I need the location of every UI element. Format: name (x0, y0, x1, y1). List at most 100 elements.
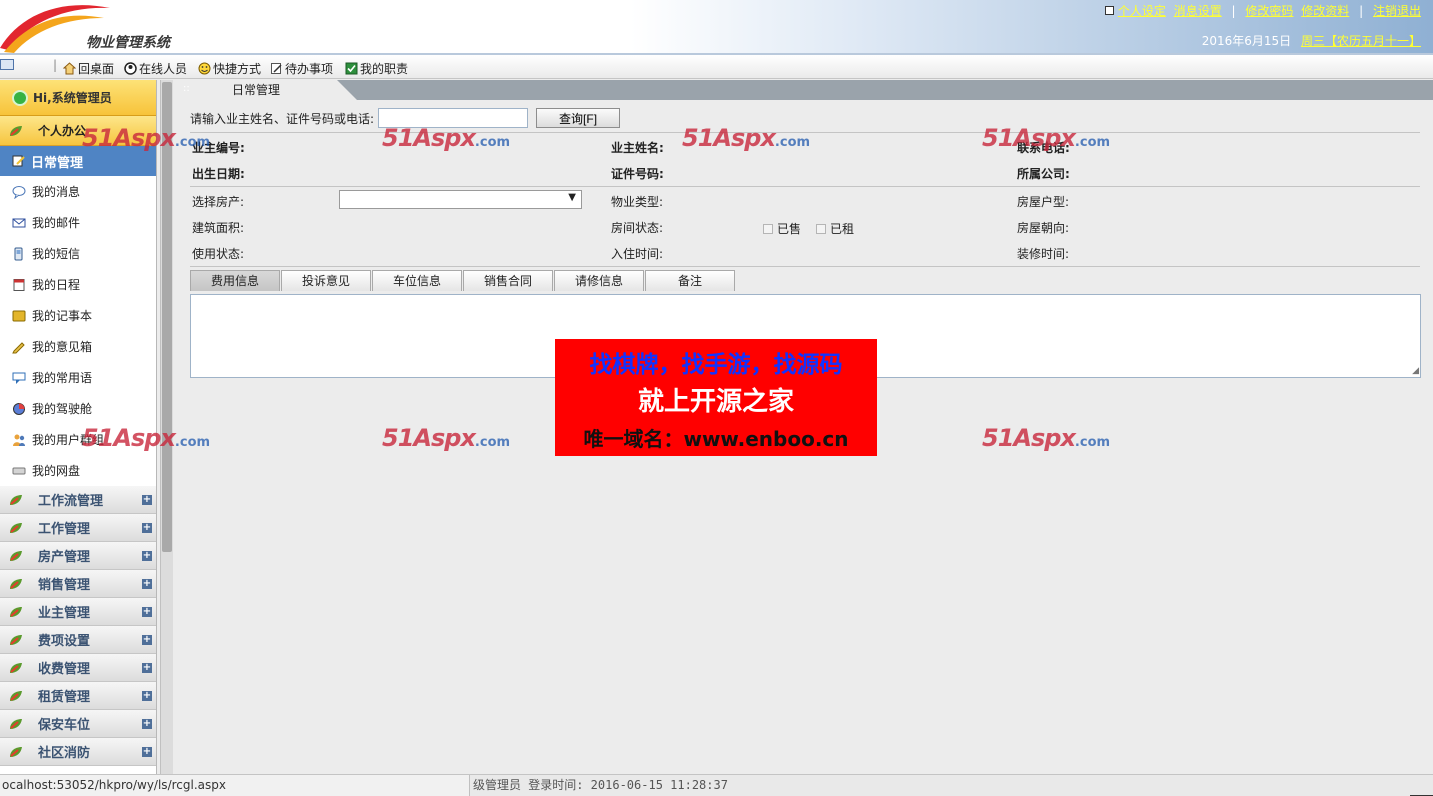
sidebar-group-label: 社区消防 (38, 746, 91, 761)
divider (190, 266, 1420, 267)
tab-parking[interactable]: 车位信息 (372, 270, 462, 291)
watermark-suffix: .com (174, 135, 211, 150)
link-separator: | (1231, 4, 1236, 18)
status-url: ocalhost:53052/hkpro/wy/ls/rcgl.aspx (0, 775, 470, 796)
watermark-text: 51Aspx (382, 424, 476, 452)
sidebar-item-schedule[interactable]: 我的日程 (0, 269, 156, 300)
expand-icon[interactable]: + (142, 495, 152, 505)
sold-checkbox[interactable]: 已售 (763, 220, 801, 237)
sidebar-item-label: 我的记事本 (32, 309, 93, 323)
divider (190, 186, 1420, 187)
sidebar-item-notebook[interactable]: 我的记事本 (0, 300, 156, 331)
sidebar-group-work[interactable]: 工作管理 + (0, 514, 156, 542)
toolbar-todo[interactable]: 待办事项 (270, 60, 333, 77)
checkbox-box[interactable] (816, 224, 826, 234)
sidebar-item-label: 我的意见箱 (32, 340, 93, 354)
expand-icon[interactable]: + (142, 719, 152, 729)
sidebar-item-messages[interactable]: 我的消息 (0, 176, 156, 207)
tab-fee-info[interactable]: 费用信息 (190, 270, 280, 291)
tab-sales-contract[interactable]: 销售合同 (463, 270, 553, 291)
expand-icon[interactable]: + (142, 663, 152, 673)
property-select[interactable]: ▼ (339, 190, 582, 209)
owner-name-label: 业主姓名: (611, 141, 664, 155)
checkbox-box[interactable] (763, 224, 773, 234)
logout-link[interactable]: 注销退出 (1373, 4, 1421, 18)
search-button[interactable]: 查询[F] (536, 108, 621, 128)
area-label: 建筑面积: (192, 221, 245, 235)
comment-icon (12, 372, 26, 384)
sidebar-item-label: 我的邮件 (32, 216, 81, 230)
decoration-time-label: 装修时间: (1017, 247, 1070, 261)
dropdown-arrow-icon: ▼ (568, 192, 576, 203)
chat-icon (12, 185, 26, 199)
sidebar-item-suggestion-box[interactable]: 我的意见箱 (0, 331, 156, 362)
personal-settings-link[interactable]: 个人设定 (1118, 4, 1166, 18)
sidebar-group-leasing[interactable]: 租赁管理 + (0, 682, 156, 710)
rented-checkbox[interactable]: 已租 (816, 220, 854, 237)
ad-line-3: 唯一域名：www.enboo.cn (583, 427, 849, 451)
sidebar-item-netdisk[interactable]: 我的网盘 (0, 455, 156, 486)
watermark-suffix: .com (174, 435, 211, 450)
expand-icon[interactable]: + (142, 747, 152, 757)
detail-tabs: 费用信息 投诉意见 车位信息 销售合同 请修信息 备注 (190, 270, 736, 291)
mail-icon (12, 218, 26, 227)
sidebar-item-phrases[interactable]: 我的常用语 (0, 362, 156, 393)
scrollbar-thumb[interactable] (162, 82, 172, 552)
toolbar-home-label: 回桌面 (78, 62, 115, 76)
sidebar-group-fire[interactable]: 社区消防 + (0, 738, 156, 766)
message-settings-link[interactable]: 消息设置 (1174, 4, 1222, 18)
sidebar-item-mail[interactable]: 我的邮件 (0, 207, 156, 238)
toolbar-online-users[interactable]: 在线人员 (124, 60, 187, 77)
window-icon (0, 59, 14, 70)
settings-icon (1105, 6, 1115, 15)
watermark-text: 51Aspx (382, 124, 476, 152)
sidebar-group-fee-settings[interactable]: 费项设置 + (0, 626, 156, 654)
edit-icon (12, 155, 25, 167)
toolbar-home[interactable]: 回桌面 (63, 60, 114, 77)
group-icon (13, 434, 25, 446)
greeting-text: Hi,系统管理员 (33, 91, 112, 105)
toolbar-duties[interactable]: 我的职责 (345, 60, 408, 77)
expand-icon[interactable]: + (142, 635, 152, 645)
toolbar-shortcuts[interactable]: 快捷方式 (198, 60, 261, 77)
change-password-link[interactable]: 修改密码 (1245, 4, 1293, 18)
rented-checkbox-label: 已租 (830, 222, 855, 236)
tab-repair[interactable]: 请修信息 (554, 270, 644, 291)
tab-remarks[interactable]: 备注 (645, 270, 735, 291)
expand-icon[interactable]: + (142, 551, 152, 561)
expand-icon[interactable]: + (142, 579, 152, 589)
sidebar-item-daily-label: 日常管理 (31, 155, 84, 171)
notebook-icon (12, 310, 26, 321)
sidebar-group-security-parking[interactable]: 保安车位 + (0, 710, 156, 738)
sidebar-item-label: 我的网盘 (32, 464, 81, 478)
toolbar-toggle[interactable] (0, 59, 14, 73)
ad-banner[interactable]: 找棋牌，找手游，找源码 就上开源之家 唯一域名：www.enboo.cn (555, 339, 877, 456)
sidebar-group-charging[interactable]: 收费管理 + (0, 654, 156, 682)
sidebar-group-sales[interactable]: 销售管理 + (0, 570, 156, 598)
toolbar-duties-label: 我的职责 (360, 62, 409, 76)
tab-daily-management[interactable]: 日常管理 (177, 80, 357, 100)
edit-profile-link[interactable]: 修改资料 (1301, 4, 1349, 18)
sidebar-group-workflow[interactable]: 工作流管理 + (0, 486, 156, 514)
app-title: 物业管理系统 (86, 35, 170, 51)
resize-grip-icon[interactable]: ◢ (1412, 366, 1419, 376)
expand-icon[interactable]: + (142, 691, 152, 701)
sidebar-item-sms[interactable]: 我的短信 (0, 238, 156, 269)
tab-complaints[interactable]: 投诉意见 (281, 270, 371, 291)
watermark: 51Aspx.com (982, 424, 1110, 452)
sidebar-group-label: 收费管理 (38, 662, 91, 677)
lunar-date-link[interactable]: 周三【农历五月十一】 (1301, 34, 1421, 48)
sidebar-item-cockpit[interactable]: 我的驾驶舱 (0, 393, 156, 424)
leaf-icon (10, 690, 22, 701)
expand-icon[interactable]: + (142, 607, 152, 617)
watermark-suffix: .com (474, 135, 511, 150)
grip-icon: :: (183, 83, 190, 94)
expand-icon[interactable]: + (142, 523, 152, 533)
sidebar-group-owner[interactable]: 业主管理 + (0, 598, 156, 626)
usage-status-label: 使用状态: (192, 247, 245, 261)
checklist-icon (345, 62, 358, 75)
header: 物业管理系统 个人设定 消息设置 | 修改密码 修改资料 | 注销退出 2016… (0, 0, 1433, 53)
sidebar-group-property[interactable]: 房产管理 + (0, 542, 156, 570)
disk-icon (12, 467, 26, 474)
leaf-icon (10, 634, 22, 645)
